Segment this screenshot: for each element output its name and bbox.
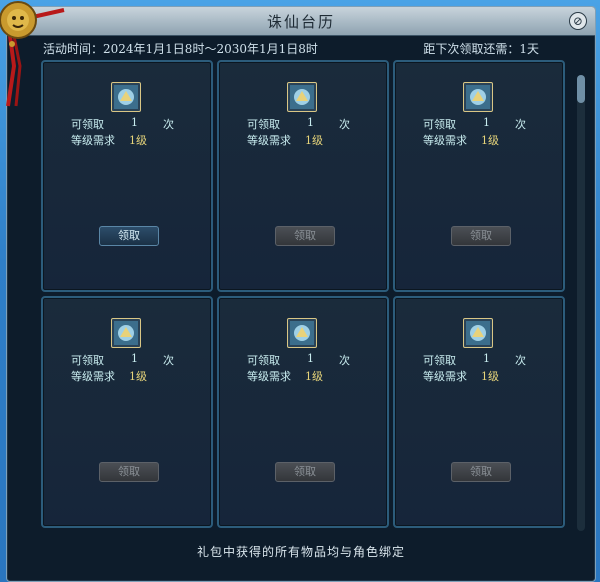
- level-label: 等级需求: [423, 134, 467, 147]
- claim-button[interactable]: 领取: [451, 226, 511, 246]
- calendar-window: 诛仙台历 ⊘ 活动时间：2024年1月1日8时～2030年1月1日8时 距下次领…: [6, 6, 596, 582]
- reward-card: 可领取 1 次 等级需求 1级 领取: [41, 296, 213, 528]
- level-label: 等级需求: [71, 134, 115, 147]
- claimable-unit: 次: [515, 354, 526, 367]
- gift-package-icon: [111, 318, 141, 348]
- claimable-unit: 次: [515, 118, 526, 131]
- claimable-label: 可领取: [423, 118, 456, 131]
- close-icon: ⊘: [572, 14, 584, 28]
- claimable-count: 1: [483, 116, 490, 129]
- reward-grid: 可领取 1 次 等级需求 1级 领取 可领取 1 次 等级需求 1级 领取 可领…: [41, 60, 565, 532]
- level-value: 1级: [305, 134, 323, 147]
- level-value: 1级: [305, 370, 323, 383]
- claimable-unit: 次: [163, 354, 174, 367]
- claim-button[interactable]: 领取: [99, 226, 159, 246]
- reward-card: 可领取 1 次 等级需求 1级 领取: [217, 60, 389, 292]
- claim-button[interactable]: 领取: [275, 226, 335, 246]
- gift-package-icon: [111, 82, 141, 112]
- claimable-label: 可领取: [71, 118, 104, 131]
- claimable-count: 1: [307, 352, 314, 365]
- gift-package-icon: [287, 318, 317, 348]
- activity-time: 活动时间：2024年1月1日8时～2030年1月1日8时: [43, 42, 318, 56]
- level-value: 1级: [481, 370, 499, 383]
- claimable-count: 1: [307, 116, 314, 129]
- info-row: 活动时间：2024年1月1日8时～2030年1月1日8时 距下次领取还需：1天: [33, 40, 539, 58]
- level-label: 等级需求: [423, 370, 467, 383]
- claimable-count: 1: [131, 116, 138, 129]
- reward-card: 可领取 1 次 等级需求 1级 领取: [393, 60, 565, 292]
- claim-button[interactable]: 领取: [451, 462, 511, 482]
- scrollbar-thumb[interactable]: [577, 75, 585, 103]
- claimable-label: 可领取: [247, 118, 280, 131]
- level-label: 等级需求: [247, 370, 291, 383]
- claimable-label: 可领取: [423, 354, 456, 367]
- scrollbar[interactable]: [577, 75, 585, 531]
- lion-head-tassel-ornament: [0, 0, 68, 116]
- claimable-unit: 次: [339, 354, 350, 367]
- gift-package-icon: [287, 82, 317, 112]
- close-button[interactable]: ⊘: [569, 12, 587, 30]
- level-value: 1级: [129, 370, 147, 383]
- gift-package-icon: [463, 318, 493, 348]
- title-bar[interactable]: 诛仙台历 ⊘: [7, 7, 595, 36]
- window-title: 诛仙台历: [266, 13, 335, 31]
- footer-note: 礼包中获得的所有物品均与角色绑定: [196, 545, 405, 559]
- level-label: 等级需求: [71, 370, 115, 383]
- level-label: 等级需求: [247, 134, 291, 147]
- claimable-unit: 次: [339, 118, 350, 131]
- claim-button[interactable]: 领取: [275, 462, 335, 482]
- gift-package-icon: [463, 82, 493, 112]
- level-value: 1级: [481, 134, 499, 147]
- reward-card: 可领取 1 次 等级需求 1级 领取: [217, 296, 389, 528]
- claimable-count: 1: [483, 352, 490, 365]
- claim-button[interactable]: 领取: [99, 462, 159, 482]
- level-value: 1级: [129, 134, 147, 147]
- claimable-label: 可领取: [247, 354, 280, 367]
- claimable-unit: 次: [163, 118, 174, 131]
- reward-card: 可领取 1 次 等级需求 1级 领取: [393, 296, 565, 528]
- claimable-count: 1: [131, 352, 138, 365]
- next-claim-countdown: 距下次领取还需：1天: [423, 42, 539, 56]
- claimable-label: 可领取: [71, 354, 104, 367]
